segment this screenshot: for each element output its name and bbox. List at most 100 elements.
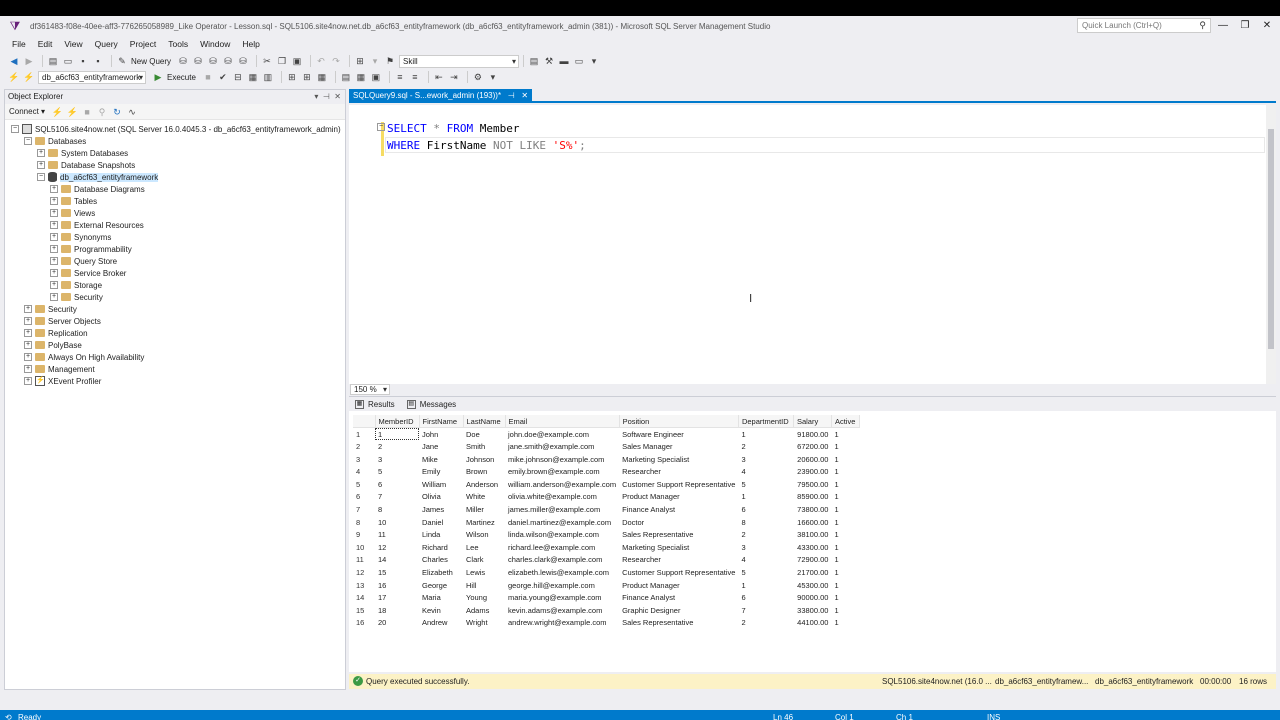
grid-cell[interactable]: kevin.adams@example.com bbox=[505, 604, 619, 617]
quick-launch-input[interactable]: Quick Launch (Ctrl+Q) ⚲ bbox=[1077, 18, 1211, 33]
column-header[interactable]: Active bbox=[831, 415, 860, 429]
grid-cell[interactable]: william.anderson@example.com bbox=[505, 478, 619, 491]
collapse-region-icon[interactable]: − bbox=[377, 123, 385, 131]
intellisense-icon[interactable]: ▥ bbox=[262, 71, 274, 83]
tree-node[interactable]: + Tables bbox=[5, 195, 345, 207]
undo-icon[interactable]: ↶ bbox=[315, 55, 327, 67]
grid-cell[interactable]: Researcher bbox=[619, 554, 738, 567]
column-header[interactable]: LastName bbox=[463, 415, 506, 429]
solution-explorer-icon[interactable]: ▤ bbox=[528, 55, 540, 67]
comment-icon[interactable]: ≡ bbox=[394, 71, 406, 83]
grid-cell[interactable]: 1 bbox=[831, 478, 859, 491]
tree-node[interactable]: + Query Store bbox=[5, 255, 345, 267]
grid-cell[interactable]: 1 bbox=[831, 465, 859, 478]
tree-node[interactable]: + Service Broker bbox=[5, 267, 345, 279]
open-file-icon[interactable]: ▭ bbox=[62, 55, 74, 67]
table-row[interactable]: 10 12 Richard Lee richard.lee@example.com Mar… bbox=[353, 541, 859, 554]
grid-cell[interactable]: Kevin bbox=[419, 604, 463, 617]
grid-cell[interactable]: White bbox=[463, 491, 505, 504]
grid-cell[interactable]: Customer Support Representative bbox=[619, 478, 738, 491]
grid-cell[interactable]: jane.smith@example.com bbox=[505, 440, 619, 453]
grid-cell[interactable]: 7 bbox=[738, 604, 793, 617]
find-in-files-icon[interactable]: ⚑ bbox=[384, 55, 396, 67]
row-number[interactable]: 1 bbox=[353, 428, 375, 441]
pin-icon[interactable]: ⊣ bbox=[503, 91, 515, 100]
grid-cell[interactable]: Mike bbox=[419, 453, 463, 466]
grid-cell[interactable]: 1 bbox=[831, 591, 859, 604]
tab-messages[interactable]: ▤ Messages bbox=[406, 399, 456, 409]
table-row[interactable]: 1 1 John Doe john.doe@example.com Software En… bbox=[353, 427, 859, 441]
table-row[interactable]: 7 8 James Miller james.miller@example.com Fin… bbox=[353, 503, 859, 516]
grid-cell[interactable]: 16600.00 bbox=[793, 516, 831, 529]
navigate-icon[interactable]: ⊞ bbox=[354, 55, 366, 67]
grid-cell[interactable]: 91800.00 bbox=[793, 428, 831, 441]
expand-icon[interactable]: + bbox=[50, 209, 58, 217]
uncomment-icon[interactable]: ≡ bbox=[409, 71, 421, 83]
expand-icon[interactable]: + bbox=[50, 197, 58, 205]
expand-icon[interactable]: + bbox=[24, 353, 32, 361]
execute-icon[interactable]: ▶ bbox=[152, 71, 164, 83]
table-row[interactable]: 9 11 Linda Wilson linda.wilson@example.com Sa… bbox=[353, 528, 859, 541]
table-row[interactable]: 13 16 George Hill george.hill@example.com Pro… bbox=[353, 579, 859, 592]
copy-icon[interactable]: ❐ bbox=[276, 55, 288, 67]
expand-icon[interactable]: + bbox=[24, 341, 32, 349]
grid-cell[interactable]: Finance Analyst bbox=[619, 591, 738, 604]
grid-cell[interactable]: 6 bbox=[738, 503, 793, 516]
results-to-file-icon[interactable]: ▣ bbox=[370, 71, 382, 83]
grid-cell[interactable]: 23900.00 bbox=[793, 465, 831, 478]
tree-node[interactable]: + Security bbox=[5, 291, 345, 303]
table-row[interactable]: 8 10 Daniel Martinez daniel.martinez@example… bbox=[353, 516, 859, 529]
code-line-1[interactable]: SELECT * FROM Member bbox=[387, 122, 519, 135]
grid-cell[interactable]: 2 bbox=[738, 440, 793, 453]
grid-cell[interactable]: 2 bbox=[738, 528, 793, 541]
minimize-button[interactable]: — bbox=[1214, 18, 1232, 33]
table-row[interactable]: 16 20 Andrew Wright andrew.wright@example.co… bbox=[353, 617, 859, 630]
grid-cell[interactable]: 5 bbox=[375, 465, 419, 478]
menu-view[interactable]: View bbox=[58, 36, 88, 52]
grid-cell[interactable]: emily.brown@example.com bbox=[505, 465, 619, 478]
menu-edit[interactable]: Edit bbox=[32, 36, 59, 52]
grid-cell[interactable]: James bbox=[419, 503, 463, 516]
expand-icon[interactable]: + bbox=[50, 233, 58, 241]
grid-cell[interactable]: John bbox=[419, 428, 463, 441]
menu-help[interactable]: Help bbox=[236, 36, 265, 52]
expand-icon[interactable]: + bbox=[37, 161, 45, 169]
grid-cell[interactable]: Jane bbox=[419, 440, 463, 453]
grid-cell[interactable]: George bbox=[419, 579, 463, 592]
grid-cell[interactable]: Richard bbox=[419, 541, 463, 554]
grid-cell[interactable]: 43300.00 bbox=[793, 541, 831, 554]
column-header[interactable]: MemberID bbox=[375, 415, 420, 429]
tree-node[interactable]: − SQL5106.site4now.net (SQL Server 16.0.4… bbox=[5, 123, 345, 135]
column-header[interactable]: FirstName bbox=[419, 415, 464, 429]
grid-cell[interactable]: Sales Representative bbox=[619, 528, 738, 541]
activity-monitor-icon[interactable]: ∿ bbox=[126, 106, 138, 118]
menu-project[interactable]: Project bbox=[124, 36, 162, 52]
connect-dropdown[interactable]: Connect ▾ bbox=[9, 107, 45, 116]
tree-node[interactable]: + Programmability bbox=[5, 243, 345, 255]
table-row[interactable]: 4 5 Emily Brown emily.brown@example.com Resea… bbox=[353, 465, 859, 478]
display-plan-icon[interactable]: ⊟ bbox=[232, 71, 244, 83]
grid-cell[interactable]: 5 bbox=[738, 566, 793, 579]
execute-button[interactable]: Execute bbox=[167, 73, 196, 82]
grid-cell[interactable]: 20600.00 bbox=[793, 453, 831, 466]
close-button[interactable]: ✕ bbox=[1258, 18, 1276, 33]
grid-cell[interactable]: 1 bbox=[831, 528, 859, 541]
grid-cell[interactable]: 4 bbox=[738, 554, 793, 567]
row-number[interactable]: 14 bbox=[353, 591, 375, 604]
collapse-icon[interactable]: − bbox=[37, 173, 45, 181]
expand-icon[interactable]: + bbox=[50, 257, 58, 265]
grid-cell[interactable]: mike.johnson@example.com bbox=[505, 453, 619, 466]
grid-cell[interactable]: Maria bbox=[419, 591, 463, 604]
grid-cell[interactable]: Elizabeth bbox=[419, 566, 463, 579]
grid-cell[interactable]: linda.wilson@example.com bbox=[505, 528, 619, 541]
connect-icon[interactable]: ⚡ bbox=[8, 71, 20, 83]
column-header[interactable]: Email bbox=[505, 415, 620, 429]
menu-file[interactable]: File bbox=[6, 36, 32, 52]
grid-cell[interactable]: 1 bbox=[831, 453, 859, 466]
row-number[interactable]: 15 bbox=[353, 604, 375, 617]
expand-icon[interactable]: + bbox=[37, 149, 45, 157]
grid-cell[interactable]: daniel.martinez@example.com bbox=[505, 516, 619, 529]
row-number[interactable]: 4 bbox=[353, 465, 375, 478]
include-plan-icon[interactable]: ⊞ bbox=[286, 71, 298, 83]
grid-cell[interactable]: 90000.00 bbox=[793, 591, 831, 604]
